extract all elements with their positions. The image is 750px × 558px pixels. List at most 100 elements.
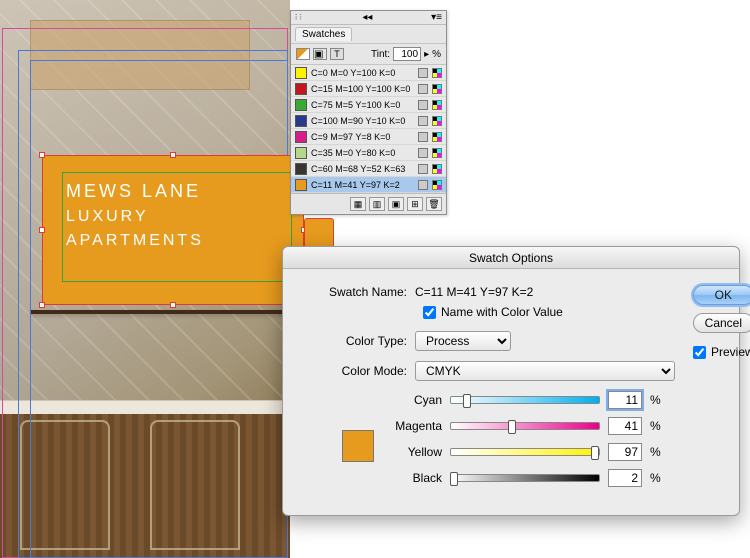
- color-mode-icon: [432, 68, 442, 78]
- color-type-label: Color Type:: [297, 334, 415, 348]
- pct-unit: %: [650, 393, 661, 407]
- margin-guide: [30, 60, 288, 558]
- swatch-name: C=75 M=5 Y=100 K=0: [311, 100, 414, 110]
- tab-swatches[interactable]: Swatches: [295, 27, 352, 41]
- panel-collapse-icon[interactable]: ◂◂: [362, 12, 372, 23]
- slider-thumb[interactable]: [463, 394, 471, 408]
- resize-handle[interactable]: [170, 302, 176, 308]
- channel-input-cyan[interactable]: [608, 391, 642, 409]
- color-mode-icon: [432, 164, 442, 174]
- swatch-chip: [295, 179, 307, 191]
- color-mode-icon: [432, 100, 442, 110]
- swatch-row[interactable]: C=75 M=5 Y=100 K=0: [291, 97, 446, 113]
- resize-handle[interactable]: [170, 152, 176, 158]
- swatch-name: C=9 M=97 Y=8 K=0: [311, 132, 414, 142]
- swatch-row[interactable]: C=100 M=90 Y=10 K=0: [291, 113, 446, 129]
- resize-handle[interactable]: [39, 152, 45, 158]
- slider-mag[interactable]: [450, 422, 600, 430]
- swatch-chip: [295, 83, 307, 95]
- name-with-color-checkbox[interactable]: [423, 306, 436, 319]
- resize-handle[interactable]: [39, 302, 45, 308]
- cancel-button[interactable]: Cancel: [693, 313, 750, 333]
- swatch-chip: [295, 163, 307, 175]
- channel-label-blk: Black: [382, 471, 442, 485]
- color-chip-selected[interactable]: [304, 218, 334, 248]
- delete-swatch-icon[interactable]: 🗑: [426, 197, 442, 211]
- swatch-options-dialog[interactable]: Swatch Options Swatch Name: C=11 M=41 Y=…: [282, 246, 740, 516]
- formatting-text-icon[interactable]: T: [330, 48, 344, 60]
- swatch-chip: [295, 67, 307, 79]
- swatch-list[interactable]: C=0 M=0 Y=100 K=0 C=15 M=100 Y=100 K=0 C=7…: [291, 65, 446, 193]
- color-type-icon: [418, 116, 428, 126]
- tint-input[interactable]: [393, 47, 421, 61]
- color-type-select[interactable]: Process: [415, 331, 511, 351]
- color-type-icon: [418, 132, 428, 142]
- slider-blk[interactable]: [450, 474, 600, 482]
- swatch-name: C=100 M=90 Y=10 K=0: [311, 116, 414, 126]
- show-options-icon[interactable]: ▦: [350, 197, 366, 211]
- preview-label: Preview: [711, 345, 750, 359]
- new-swatch-icon[interactable]: ▣: [388, 197, 404, 211]
- slider-yel[interactable]: [450, 448, 600, 456]
- swatch-name: C=0 M=0 Y=100 K=0: [311, 68, 414, 78]
- channel-label-mag: Magenta: [382, 419, 442, 433]
- swatches-panel[interactable]: ፧፧ ◂◂ ▾≡ Swatches ▣ T Tint: ▸ % C=0 M=0 …: [290, 10, 447, 215]
- color-mode-icon: [432, 132, 442, 142]
- color-type-icon: [418, 164, 428, 174]
- color-mode-icon: [432, 116, 442, 126]
- ok-button[interactable]: OK: [693, 285, 750, 305]
- panel-menu-icon[interactable]: ▾≡: [431, 12, 442, 23]
- swatch-chip: [295, 147, 307, 159]
- color-mode-icon: [432, 148, 442, 158]
- pct-unit: %: [650, 471, 661, 485]
- channel-label-yel: Yellow: [382, 445, 442, 459]
- swatch-row[interactable]: C=9 M=97 Y=8 K=0: [291, 129, 446, 145]
- preview-chip: [342, 430, 374, 462]
- swatch-chip: [295, 115, 307, 127]
- swatch-row[interactable]: C=15 M=100 Y=100 K=0: [291, 81, 446, 97]
- swatch-chip: [295, 131, 307, 143]
- channel-input-yel[interactable]: [608, 443, 642, 461]
- new-swatch-alt-icon[interactable]: ⊞: [407, 197, 423, 211]
- channel-input-mag[interactable]: [608, 417, 642, 435]
- color-mode-label: Color Mode:: [297, 364, 415, 378]
- resize-handle[interactable]: [39, 227, 45, 233]
- slider-thumb[interactable]: [508, 420, 516, 434]
- color-type-icon: [418, 148, 428, 158]
- panel-footer: ▦ ▥ ▣ ⊞ 🗑: [291, 193, 446, 214]
- swatch-name: C=15 M=100 Y=100 K=0: [311, 84, 414, 94]
- swatch-row[interactable]: C=35 M=0 Y=80 K=0: [291, 145, 446, 161]
- color-type-icon: [418, 100, 428, 110]
- tint-label: Tint:: [371, 49, 390, 60]
- preview-checkbox[interactable]: [693, 346, 706, 359]
- color-type-icon: [418, 180, 428, 190]
- swatch-name-value: C=11 M=41 Y=97 K=2: [415, 285, 533, 299]
- dialog-title[interactable]: Swatch Options: [283, 247, 739, 269]
- text-frame-guide: [62, 172, 292, 282]
- pct-unit: %: [650, 445, 661, 459]
- color-mode-select[interactable]: CMYK: [415, 361, 675, 381]
- fill-stroke-icon[interactable]: [296, 48, 310, 60]
- color-type-icon: [418, 68, 428, 78]
- color-mode-icon: [432, 180, 442, 190]
- channel-label-cyan: Cyan: [382, 393, 442, 407]
- slider-cyan[interactable]: [450, 396, 600, 404]
- color-mode-icon: [432, 84, 442, 94]
- panel-header[interactable]: ፧፧ ◂◂ ▾≡: [291, 11, 446, 25]
- tint-stepper-icon[interactable]: ▸: [424, 49, 429, 60]
- formatting-container-icon[interactable]: ▣: [313, 48, 327, 60]
- new-group-icon[interactable]: ▥: [369, 197, 385, 211]
- swatch-name: C=60 M=68 Y=52 K=63: [311, 164, 414, 174]
- channel-input-blk[interactable]: [608, 469, 642, 487]
- swatch-row[interactable]: C=60 M=68 Y=52 K=63: [291, 161, 446, 177]
- swatch-row[interactable]: C=11 M=41 Y=97 K=2: [291, 177, 446, 193]
- slider-thumb[interactable]: [450, 472, 458, 486]
- name-with-color-label: Name with Color Value: [441, 305, 563, 319]
- panel-grip-icon[interactable]: ፧፧: [295, 12, 304, 23]
- swatch-name: C=35 M=0 Y=80 K=0: [311, 148, 414, 158]
- swatch-row[interactable]: C=0 M=0 Y=100 K=0: [291, 65, 446, 81]
- pct-unit: %: [650, 419, 661, 433]
- slider-thumb[interactable]: [591, 446, 599, 460]
- color-type-icon: [418, 84, 428, 94]
- tint-unit: %: [432, 49, 441, 60]
